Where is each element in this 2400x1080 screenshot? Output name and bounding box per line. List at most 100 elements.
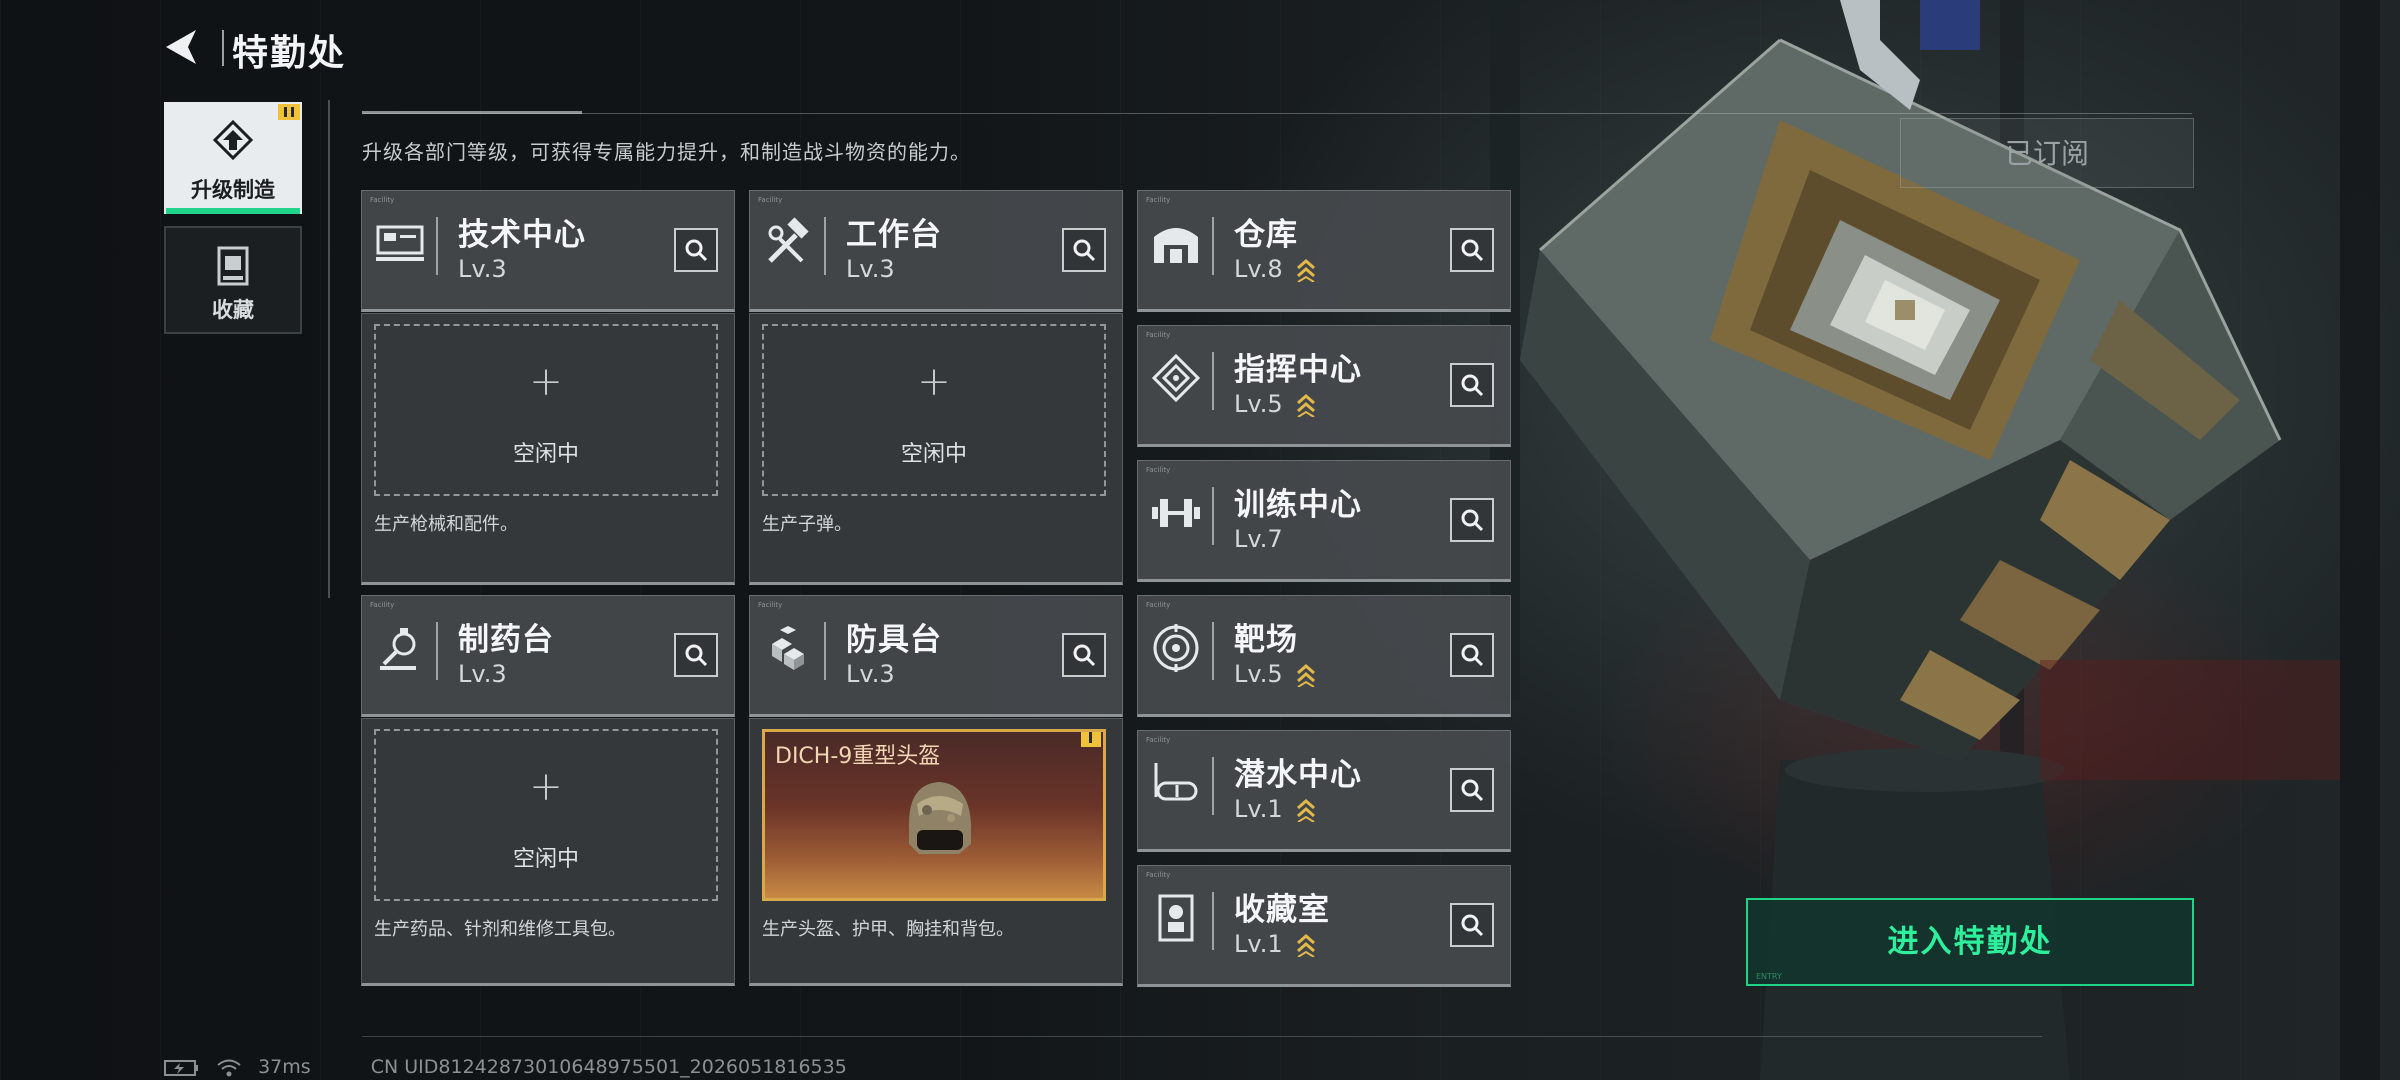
- add-icon: +: [917, 359, 951, 405]
- facility-command-center[interactable]: Facility 指挥中心 Lv.5: [1137, 325, 1511, 447]
- facility-level: Lv.5: [1234, 390, 1283, 418]
- inspect-button[interactable]: [1450, 903, 1494, 947]
- facility-tech-center[interactable]: Facility 技术中心 Lv.3: [361, 190, 735, 312]
- search-icon: [1461, 239, 1484, 262]
- workbench-icon: [768, 217, 809, 263]
- facility-pharmacy[interactable]: Facility 制药台 Lv.3: [361, 595, 735, 717]
- facility-micro-label: Facility: [758, 601, 783, 609]
- inspect-button[interactable]: [1450, 633, 1494, 677]
- inspect-button[interactable]: [1062, 633, 1106, 677]
- facility-level: Lv.3: [458, 255, 507, 283]
- facility-name: 指挥中心: [1234, 352, 1362, 388]
- title-divider: [222, 30, 224, 66]
- enter-button-micro-label: ENTRY: [1756, 972, 1782, 981]
- shooting-range-icon: [1153, 624, 1199, 672]
- uid-text: CN UID81242873010648975501_2026051816535: [370, 1056, 847, 1078]
- facility-level: Lv.3: [846, 660, 895, 688]
- facility-level-row: Lv.1: [1234, 795, 1316, 823]
- production-panel-pharmacy: + 空闲中 生产药品、针剂和维修工具包。: [361, 718, 735, 986]
- bottom-divider: [362, 1036, 2042, 1037]
- facility-micro-label: Facility: [1146, 871, 1171, 879]
- production-panel-tech-center: + 空闲中 生产枪械和配件。: [361, 313, 735, 585]
- facility-name: 仓库: [1234, 217, 1298, 253]
- facility-level-row: Lv.8: [1234, 255, 1316, 283]
- production-description: 生产药品、针剂和维修工具包。: [374, 919, 626, 940]
- facility-micro-label: Facility: [1146, 736, 1171, 744]
- facility-divider: [824, 217, 826, 275]
- search-icon: [1461, 644, 1484, 667]
- facility-name: 工作台: [846, 217, 942, 253]
- facility-warehouse[interactable]: Facility 仓库 Lv.8: [1137, 190, 1511, 312]
- search-icon: [1461, 374, 1484, 397]
- upgrade-available-icon: [1297, 259, 1316, 282]
- pharmacy-icon: [380, 628, 416, 670]
- back-icon[interactable]: [160, 24, 206, 70]
- add-icon: +: [529, 359, 563, 405]
- tab-upgrade[interactable]: 升级制造: [164, 102, 302, 214]
- facility-shooting-range[interactable]: Facility 靶场 Lv.5: [1137, 595, 1511, 717]
- upgrade-icon: [212, 120, 254, 160]
- enter-headquarters-button[interactable]: 进入特勤处 ENTRY: [1746, 898, 2194, 986]
- facility-training-center[interactable]: Facility 训练中心 Lv.7: [1137, 460, 1511, 582]
- inspect-button[interactable]: [1450, 768, 1494, 812]
- tab-upgrade-label: 升级制造: [191, 178, 275, 202]
- facility-collection-room[interactable]: Facility 收藏室 Lv.1: [1137, 865, 1511, 987]
- tab-active-indicator: [166, 208, 300, 214]
- search-icon: [1073, 239, 1096, 262]
- facility-workbench[interactable]: Facility 工作台 Lv.3: [749, 190, 1123, 312]
- subscribed-button[interactable]: 已订阅: [1900, 118, 2194, 188]
- notification-badge: [1081, 732, 1101, 747]
- production-panel-workbench: + 空闲中 生产子弹。: [749, 313, 1123, 585]
- helmet-icon: [909, 782, 971, 854]
- facility-level: Lv.3: [846, 255, 895, 283]
- armor-bench-icon: [772, 626, 804, 670]
- upgrade-available-icon: [1297, 394, 1316, 417]
- facility-divider: [436, 622, 438, 680]
- facility-micro-label: Facility: [1146, 601, 1171, 609]
- facility-level-row: Lv.1: [1234, 930, 1316, 958]
- production-slot[interactable]: + 空闲中: [374, 324, 718, 496]
- page-title: 特勤处: [232, 33, 347, 74]
- inspect-button[interactable]: [1450, 228, 1494, 272]
- facility-micro-label: Facility: [1146, 466, 1171, 474]
- inspect-button[interactable]: [1062, 228, 1106, 272]
- collection-icon: [217, 246, 249, 286]
- diving-center-icon: [1154, 763, 1198, 801]
- slot-status: 空闲中: [512, 847, 579, 872]
- facility-level-row: Lv.5: [1234, 660, 1316, 688]
- production-slot[interactable]: + 空闲中: [762, 324, 1106, 496]
- search-icon: [685, 239, 708, 262]
- product-slot[interactable]: DICH-9重型头盔: [762, 729, 1106, 901]
- production-description: 生产头盔、护甲、胸挂和背包。: [762, 919, 1014, 940]
- facility-micro-label: Facility: [370, 601, 395, 609]
- warehouse-icon: [1154, 228, 1198, 263]
- status-bar: 37ms CN UID81242873010648975501_20260518…: [164, 1056, 847, 1078]
- facility-level: Lv.1: [1234, 795, 1283, 823]
- slot-status: 空闲中: [900, 442, 967, 467]
- production-slot[interactable]: + 空闲中: [374, 729, 718, 901]
- page-subtitle: 升级各部门等级，可获得专属能力提升，和制造战斗物资的能力。: [362, 140, 971, 164]
- facility-divider: [1212, 217, 1214, 275]
- inspect-button[interactable]: [674, 633, 718, 677]
- search-icon: [685, 644, 708, 667]
- production-description: 生产子弹。: [762, 514, 852, 535]
- tab-collection[interactable]: 收藏: [164, 226, 302, 334]
- facility-divider: [1212, 352, 1214, 410]
- training-center-icon: [1152, 499, 1200, 527]
- inspect-button[interactable]: [1450, 498, 1494, 542]
- command-center-icon: [1151, 353, 1201, 403]
- enter-button-label: 进入特勤处: [1887, 924, 2053, 960]
- facility-level: Lv.7: [1234, 525, 1283, 553]
- search-icon: [1461, 914, 1484, 937]
- add-icon: +: [529, 764, 563, 810]
- facility-divider: [1212, 487, 1214, 545]
- collection-room-icon: [1158, 894, 1194, 942]
- search-icon: [1073, 644, 1096, 667]
- facility-armor-bench[interactable]: Facility 防具台 Lv.3: [749, 595, 1123, 717]
- facility-diving-center[interactable]: Facility 潜水中心 Lv.1: [1137, 730, 1511, 852]
- inspect-button[interactable]: [674, 228, 718, 272]
- inspect-button[interactable]: [1450, 363, 1494, 407]
- upgrade-available-icon: [1297, 799, 1316, 822]
- tech-center-icon: [376, 225, 424, 261]
- facility-level: Lv.5: [1234, 660, 1283, 688]
